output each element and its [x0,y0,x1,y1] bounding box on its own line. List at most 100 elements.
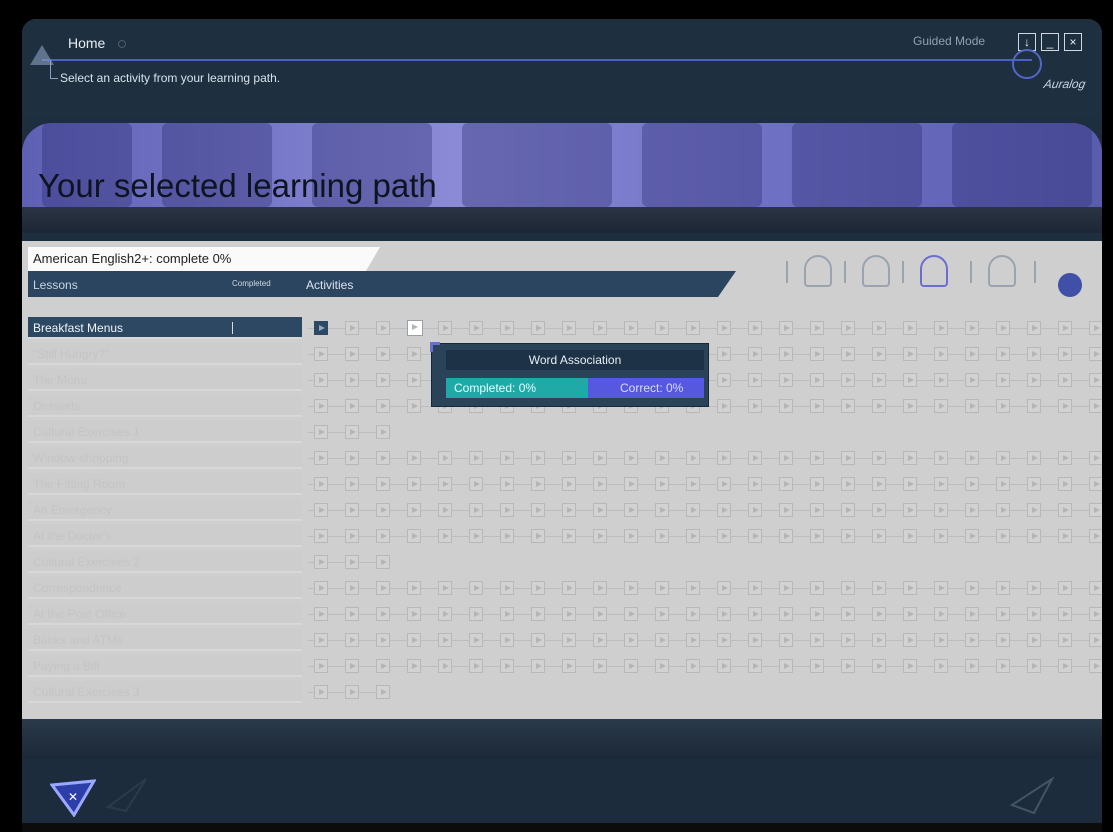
activity-play-icon[interactable] [810,347,824,361]
activity-play-icon[interactable] [407,633,421,647]
activity-play-icon[interactable] [1027,477,1041,491]
activity-play-icon[interactable] [376,425,390,439]
activity-play-icon[interactable] [624,607,638,621]
activity-play-icon[interactable] [407,347,421,361]
activity-play-icon[interactable] [438,633,452,647]
activity-play-icon[interactable] [376,581,390,595]
activity-play-icon[interactable] [1089,477,1102,491]
activity-play-icon[interactable] [903,321,917,335]
activity-play-icon[interactable] [407,477,421,491]
activity-play-icon[interactable] [314,321,328,335]
listen-icon[interactable] [804,255,832,287]
activity-play-icon[interactable] [810,659,824,673]
activity-play-icon[interactable] [562,633,576,647]
activity-play-icon[interactable] [1027,659,1041,673]
activity-play-icon[interactable] [438,503,452,517]
activity-play-icon[interactable] [655,321,669,335]
activity-play-icon[interactable] [872,347,886,361]
pronunciation-icon[interactable] [988,255,1016,287]
activity-play-icon[interactable] [841,581,855,595]
activity-play-icon[interactable] [934,477,948,491]
activity-play-icon[interactable] [655,477,669,491]
activity-play-icon[interactable] [562,529,576,543]
activity-play-icon[interactable] [996,399,1010,413]
activity-play-icon[interactable] [531,503,545,517]
activity-play-icon[interactable] [562,659,576,673]
activity-play-icon[interactable] [717,503,731,517]
activity-play-icon[interactable] [996,659,1010,673]
activity-play-icon[interactable] [376,347,390,361]
activity-play-icon[interactable] [717,633,731,647]
activity-play-icon[interactable] [934,451,948,465]
activity-play-icon[interactable] [655,581,669,595]
activity-play-icon[interactable] [779,503,793,517]
activity-play-icon[interactable] [469,321,483,335]
activity-play-icon[interactable] [934,659,948,673]
activity-play-icon[interactable] [469,633,483,647]
activity-play-icon[interactable] [407,659,421,673]
activity-play-icon[interactable] [903,503,917,517]
activity-play-icon[interactable] [531,529,545,543]
activity-play-icon[interactable] [810,477,824,491]
activity-play-icon[interactable] [717,659,731,673]
lesson-item[interactable]: At the Doctor's [28,525,302,547]
lesson-item[interactable]: The Menu [28,369,302,391]
activity-play-icon[interactable] [531,607,545,621]
activity-play-icon[interactable] [1058,607,1072,621]
activity-play-icon[interactable] [1058,633,1072,647]
activity-play-icon[interactable] [903,581,917,595]
activity-play-icon[interactable] [531,633,545,647]
activity-play-icon[interactable] [500,321,514,335]
activity-play-icon[interactable] [314,685,328,699]
activity-play-icon[interactable] [779,347,793,361]
lesson-item[interactable]: Cultural Exercises 1 [28,421,302,443]
activity-play-icon[interactable] [345,373,359,387]
activity-play-icon[interactable] [500,581,514,595]
activity-play-icon[interactable] [748,581,762,595]
activity-play-icon[interactable] [531,581,545,595]
activity-play-icon[interactable] [314,581,328,595]
activity-play-icon[interactable] [500,451,514,465]
activity-play-icon[interactable] [965,529,979,543]
activity-play-icon[interactable] [655,503,669,517]
activity-play-icon[interactable] [314,633,328,647]
activity-play-icon[interactable] [562,321,576,335]
activity-play-icon[interactable] [996,503,1010,517]
activity-play-icon[interactable] [965,581,979,595]
activity-play-icon[interactable] [872,321,886,335]
activity-play-icon[interactable] [996,321,1010,335]
activity-play-icon[interactable] [996,633,1010,647]
activity-play-icon[interactable] [965,347,979,361]
activity-play-icon[interactable] [531,477,545,491]
activity-play-icon[interactable] [841,451,855,465]
activity-play-icon[interactable] [345,607,359,621]
activity-play-icon[interactable] [376,477,390,491]
activity-play-icon[interactable] [810,529,824,543]
activity-play-icon[interactable] [1027,399,1041,413]
activity-play-icon[interactable] [903,529,917,543]
activity-play-icon[interactable] [438,477,452,491]
activity-play-icon[interactable] [624,503,638,517]
activity-play-icon[interactable] [934,399,948,413]
activity-play-icon[interactable] [500,607,514,621]
activity-play-icon[interactable] [438,581,452,595]
activity-play-icon[interactable] [314,347,328,361]
activity-play-icon[interactable] [345,347,359,361]
activity-play-icon[interactable] [376,503,390,517]
activity-play-icon[interactable] [314,659,328,673]
activity-play-icon[interactable] [407,320,423,336]
activity-play-icon[interactable] [686,607,700,621]
activity-play-icon[interactable] [748,347,762,361]
lesson-item[interactable]: Cultural Exercises 3 [28,681,302,703]
activity-play-icon[interactable] [314,555,328,569]
activity-play-icon[interactable] [717,321,731,335]
activity-play-icon[interactable] [1027,321,1041,335]
activity-play-icon[interactable] [779,607,793,621]
activity-play-icon[interactable] [748,373,762,387]
activity-play-icon[interactable] [779,399,793,413]
activity-play-icon[interactable] [686,321,700,335]
guided-mode-label[interactable]: Guided Mode [913,34,985,48]
activity-play-icon[interactable] [1089,321,1102,335]
activity-play-icon[interactable] [686,529,700,543]
activity-play-icon[interactable] [1089,581,1102,595]
